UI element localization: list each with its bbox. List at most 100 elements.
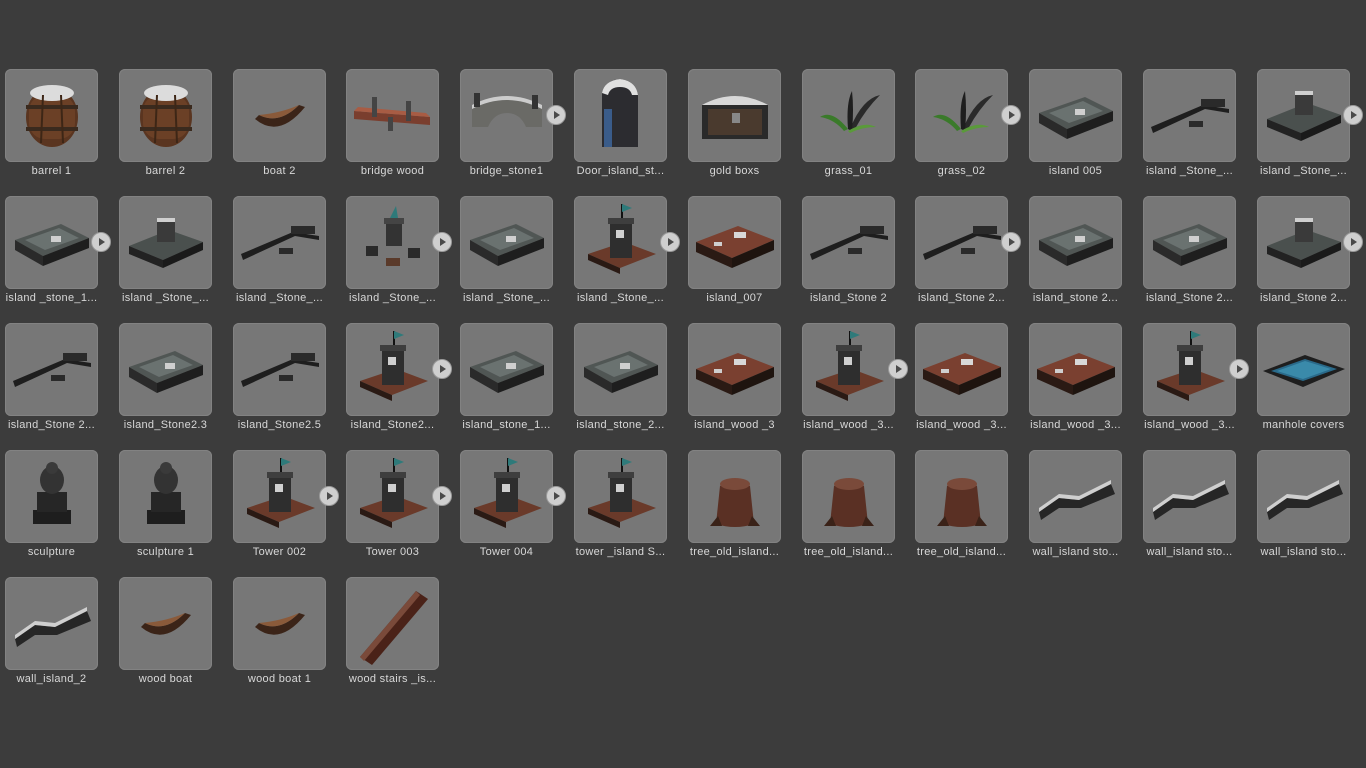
- asset-thumbnail[interactable]: [688, 196, 781, 289]
- expand-arrow-button[interactable]: [1001, 105, 1021, 125]
- asset-thumbnail[interactable]: [233, 69, 326, 162]
- asset-item[interactable]: island _stone_1...: [5, 195, 119, 315]
- asset-thumbnail[interactable]: [1257, 69, 1350, 162]
- asset-thumbnail[interactable]: [688, 450, 781, 543]
- asset-item[interactable]: island_Stone 2...: [915, 195, 1029, 315]
- asset-thumbnail[interactable]: [802, 450, 895, 543]
- expand-arrow-button[interactable]: [1343, 232, 1363, 252]
- asset-thumbnail[interactable]: [119, 577, 212, 670]
- asset-item[interactable]: island_Stone2...: [346, 322, 460, 442]
- asset-item[interactable]: island _Stone_...: [574, 195, 688, 315]
- asset-item[interactable]: gold boxs: [688, 68, 802, 188]
- asset-item[interactable]: island_Stone2.5: [233, 322, 347, 442]
- asset-thumbnail[interactable]: [1257, 450, 1350, 543]
- expand-arrow-button[interactable]: [432, 232, 452, 252]
- asset-thumbnail[interactable]: [119, 323, 212, 416]
- asset-thumbnail[interactable]: [5, 450, 98, 543]
- expand-arrow-button[interactable]: [432, 359, 452, 379]
- asset-thumbnail[interactable]: [460, 69, 553, 162]
- asset-thumbnail[interactable]: [119, 196, 212, 289]
- asset-item[interactable]: wood boat 1: [233, 576, 347, 696]
- asset-item[interactable]: Door_island_st...: [574, 68, 688, 188]
- asset-thumbnail[interactable]: [1257, 196, 1350, 289]
- asset-item[interactable]: wall_island sto...: [1143, 449, 1257, 569]
- asset-thumbnail[interactable]: [574, 196, 667, 289]
- asset-thumbnail[interactable]: [233, 450, 326, 543]
- asset-thumbnail[interactable]: [802, 69, 895, 162]
- asset-item[interactable]: sculpture: [5, 449, 119, 569]
- asset-thumbnail[interactable]: [915, 323, 1008, 416]
- asset-item[interactable]: wall_island sto...: [1257, 449, 1366, 569]
- asset-thumbnail[interactable]: [346, 323, 439, 416]
- expand-arrow-button[interactable]: [1229, 359, 1249, 379]
- asset-item[interactable]: island _Stone_...: [119, 195, 233, 315]
- asset-item[interactable]: island _Stone_...: [233, 195, 347, 315]
- asset-item[interactable]: island_007: [688, 195, 802, 315]
- asset-item[interactable]: sculpture 1: [119, 449, 233, 569]
- expand-arrow-button[interactable]: [1343, 105, 1363, 125]
- asset-thumbnail[interactable]: [915, 450, 1008, 543]
- asset-item[interactable]: bridge_stone1: [460, 68, 574, 188]
- asset-item[interactable]: island_Stone 2...: [1143, 195, 1257, 315]
- asset-item[interactable]: grass_02: [915, 68, 1029, 188]
- asset-item[interactable]: manhole covers: [1257, 322, 1366, 442]
- asset-thumbnail[interactable]: [802, 196, 895, 289]
- asset-item[interactable]: wood stairs _is...: [346, 576, 460, 696]
- asset-item[interactable]: island_wood _3...: [802, 322, 916, 442]
- asset-thumbnail[interactable]: [233, 577, 326, 670]
- asset-thumbnail[interactable]: [915, 196, 1008, 289]
- asset-thumbnail[interactable]: [1029, 196, 1122, 289]
- asset-thumbnail[interactable]: [346, 196, 439, 289]
- asset-item[interactable]: island _Stone_...: [460, 195, 574, 315]
- asset-item[interactable]: island_Stone 2...: [5, 322, 119, 442]
- asset-item[interactable]: island_wood _3...: [1143, 322, 1257, 442]
- asset-thumbnail[interactable]: [802, 323, 895, 416]
- asset-item[interactable]: island_wood _3...: [915, 322, 1029, 442]
- asset-item[interactable]: island_stone_1...: [460, 322, 574, 442]
- asset-thumbnail[interactable]: [1257, 323, 1350, 416]
- asset-thumbnail[interactable]: [346, 577, 439, 670]
- asset-item[interactable]: island _Stone_...: [346, 195, 460, 315]
- asset-thumbnail[interactable]: [574, 323, 667, 416]
- asset-item[interactable]: island_Stone2.3: [119, 322, 233, 442]
- asset-thumbnail[interactable]: [460, 196, 553, 289]
- asset-thumbnail[interactable]: [346, 69, 439, 162]
- asset-thumbnail[interactable]: [915, 69, 1008, 162]
- asset-item[interactable]: tree_old_island...: [802, 449, 916, 569]
- asset-item[interactable]: island _Stone_...: [1257, 68, 1366, 188]
- expand-arrow-button[interactable]: [546, 486, 566, 506]
- asset-item[interactable]: Tower 004: [460, 449, 574, 569]
- asset-thumbnail[interactable]: [688, 69, 781, 162]
- asset-item[interactable]: boat 2: [233, 68, 347, 188]
- asset-item[interactable]: wall_island sto...: [1029, 449, 1143, 569]
- asset-thumbnail[interactable]: [119, 69, 212, 162]
- asset-item[interactable]: island _Stone_...: [1143, 68, 1257, 188]
- asset-thumbnail[interactable]: [574, 69, 667, 162]
- asset-thumbnail[interactable]: [5, 577, 98, 670]
- expand-arrow-button[interactable]: [432, 486, 452, 506]
- asset-thumbnail[interactable]: [688, 323, 781, 416]
- asset-item[interactable]: barrel 2: [119, 68, 233, 188]
- asset-item[interactable]: island_Stone 2: [802, 195, 916, 315]
- asset-item[interactable]: island 005: [1029, 68, 1143, 188]
- asset-thumbnail[interactable]: [1029, 323, 1122, 416]
- expand-arrow-button[interactable]: [319, 486, 339, 506]
- asset-item[interactable]: island_Stone 2...: [1257, 195, 1366, 315]
- expand-arrow-button[interactable]: [546, 105, 566, 125]
- asset-thumbnail[interactable]: [1029, 69, 1122, 162]
- asset-item[interactable]: wood boat: [119, 576, 233, 696]
- expand-arrow-button[interactable]: [888, 359, 908, 379]
- asset-thumbnail[interactable]: [5, 69, 98, 162]
- asset-item[interactable]: island_stone 2...: [1029, 195, 1143, 315]
- asset-item[interactable]: barrel 1: [5, 68, 119, 188]
- asset-thumbnail[interactable]: [1143, 69, 1236, 162]
- asset-item[interactable]: grass_01: [802, 68, 916, 188]
- asset-item[interactable]: Tower 002: [233, 449, 347, 569]
- asset-item[interactable]: wall_island_2: [5, 576, 119, 696]
- asset-item[interactable]: island_wood _3...: [1029, 322, 1143, 442]
- asset-thumbnail[interactable]: [460, 323, 553, 416]
- asset-thumbnail[interactable]: [574, 450, 667, 543]
- asset-thumbnail[interactable]: [233, 196, 326, 289]
- asset-thumbnail[interactable]: [460, 450, 553, 543]
- asset-item[interactable]: tree_old_island...: [688, 449, 802, 569]
